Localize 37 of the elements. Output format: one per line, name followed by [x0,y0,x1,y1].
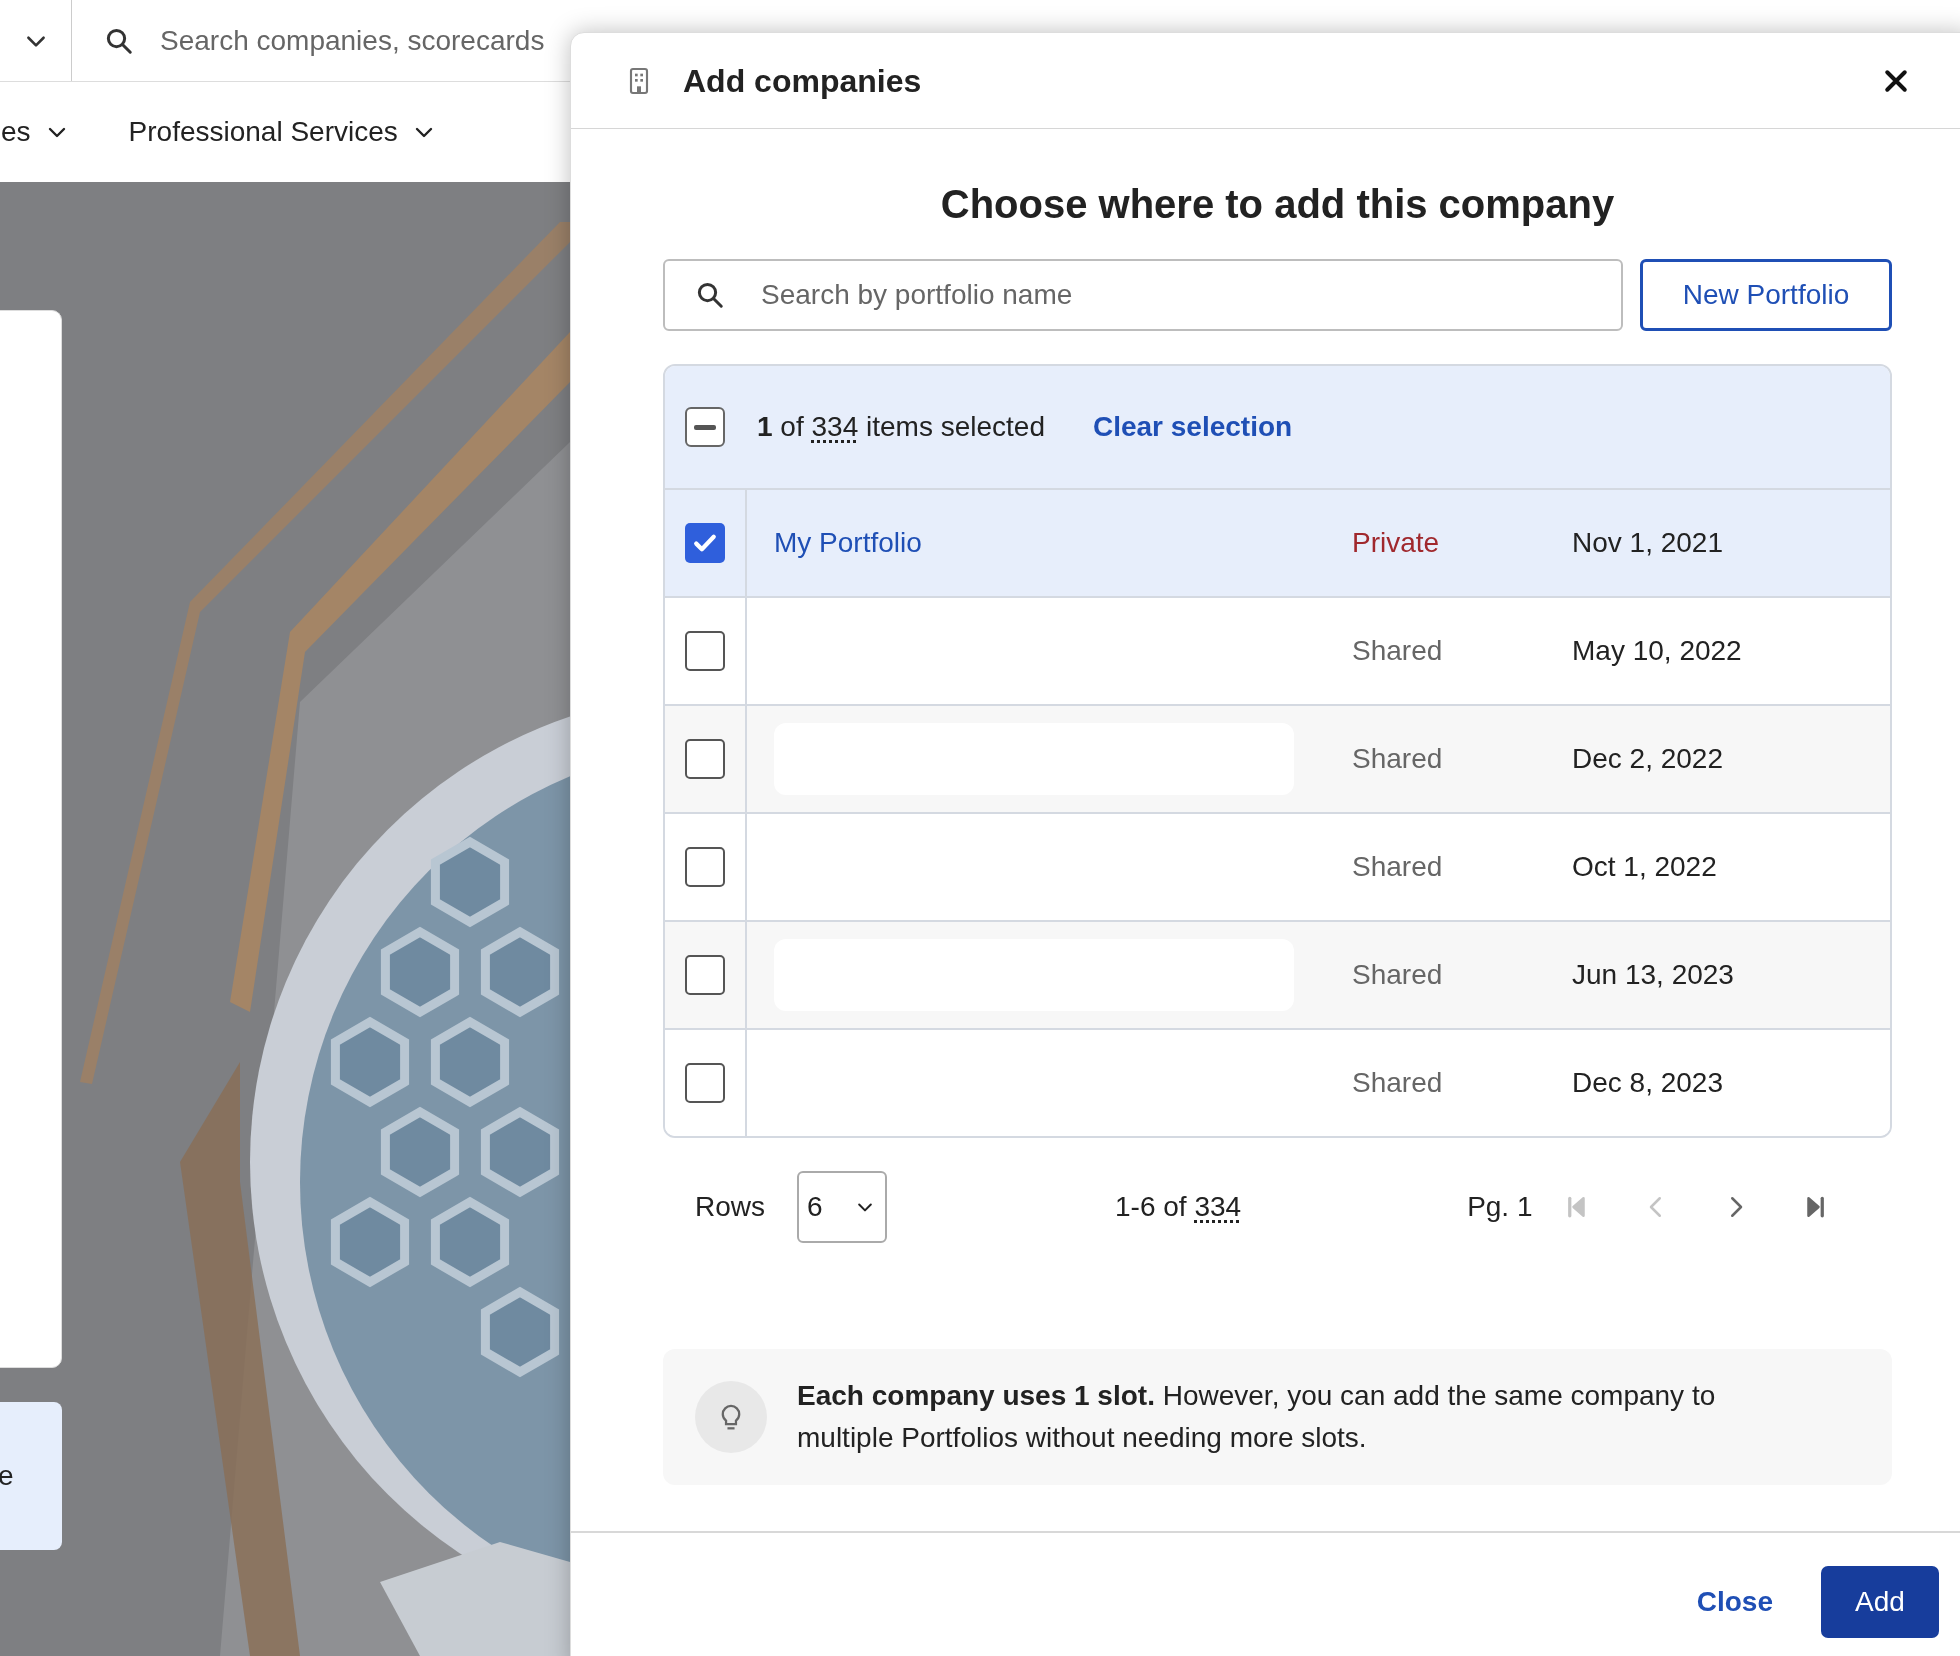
tip-text: Each company uses 1 slot. However, you can add the same company to multiple Portfolios without needing more slots. [797,1379,1717,1455]
selection-summary: 1 of 334 items selected [757,410,1045,444]
rows-label: Rows [695,1190,765,1224]
date-text: May 10, 2022 [1572,634,1742,668]
visibility-label: Private [1352,526,1440,560]
visibility-label: Shared [1352,634,1443,668]
table-row[interactable]: Shared Oct 1, 2022 [665,812,1890,920]
date-text: Oct 1, 2022 [1572,850,1717,884]
visibility-label: Shared [1352,742,1443,776]
table-row[interactable]: Shared Dec 2, 2022 [665,704,1890,812]
close-button[interactable]: Close [1680,1581,1789,1623]
date-text: Dec 2, 2022 [1572,742,1723,776]
nav-menu[interactable]: es [1,111,69,153]
date-text: Nov 1, 2021 [1572,526,1723,560]
date-text: Dec 8, 2023 [1572,1066,1723,1100]
date-text: Jun 13, 2023 [1572,958,1734,992]
table-row[interactable]: Shared Jun 13, 2023 [665,920,1890,1028]
table-row[interactable]: My Portfolio Private Nov 1, 2021 [665,488,1890,596]
global-search-field[interactable]: Search companies, scorecards [72,0,545,81]
add-button[interactable]: Add [1821,1566,1939,1638]
visibility-label: Shared [1352,850,1443,884]
search-field[interactable]: Search by portfolio name [663,259,1623,331]
table-row[interactable]: Shared Dec 8, 2023 [665,1028,1890,1136]
dialog-title: Add companies [683,61,923,101]
portfolio-name-link[interactable]: My Portfolio [774,522,922,564]
page-text: Pg. 1 [1467,1190,1533,1224]
clear-selection-link[interactable]: Clear selection [1092,406,1293,448]
dialog-heading: Choose where to add this company [939,181,1616,228]
visibility-label: Shared [1352,1066,1443,1100]
search-placeholder: Search companies, scorecards [160,23,545,58]
range-text: 1-6 of 334 [1115,1190,1242,1224]
nav-menu[interactable]: Professional Services [128,111,436,153]
visibility-label: Shared [1352,958,1443,992]
card-text: e [0,1459,14,1493]
new-portfolio-button[interactable]: New Portfolio [1640,259,1892,331]
table-row[interactable]: Shared May 10, 2022 [665,596,1890,704]
rows-select[interactable]: 6 [797,1171,887,1243]
